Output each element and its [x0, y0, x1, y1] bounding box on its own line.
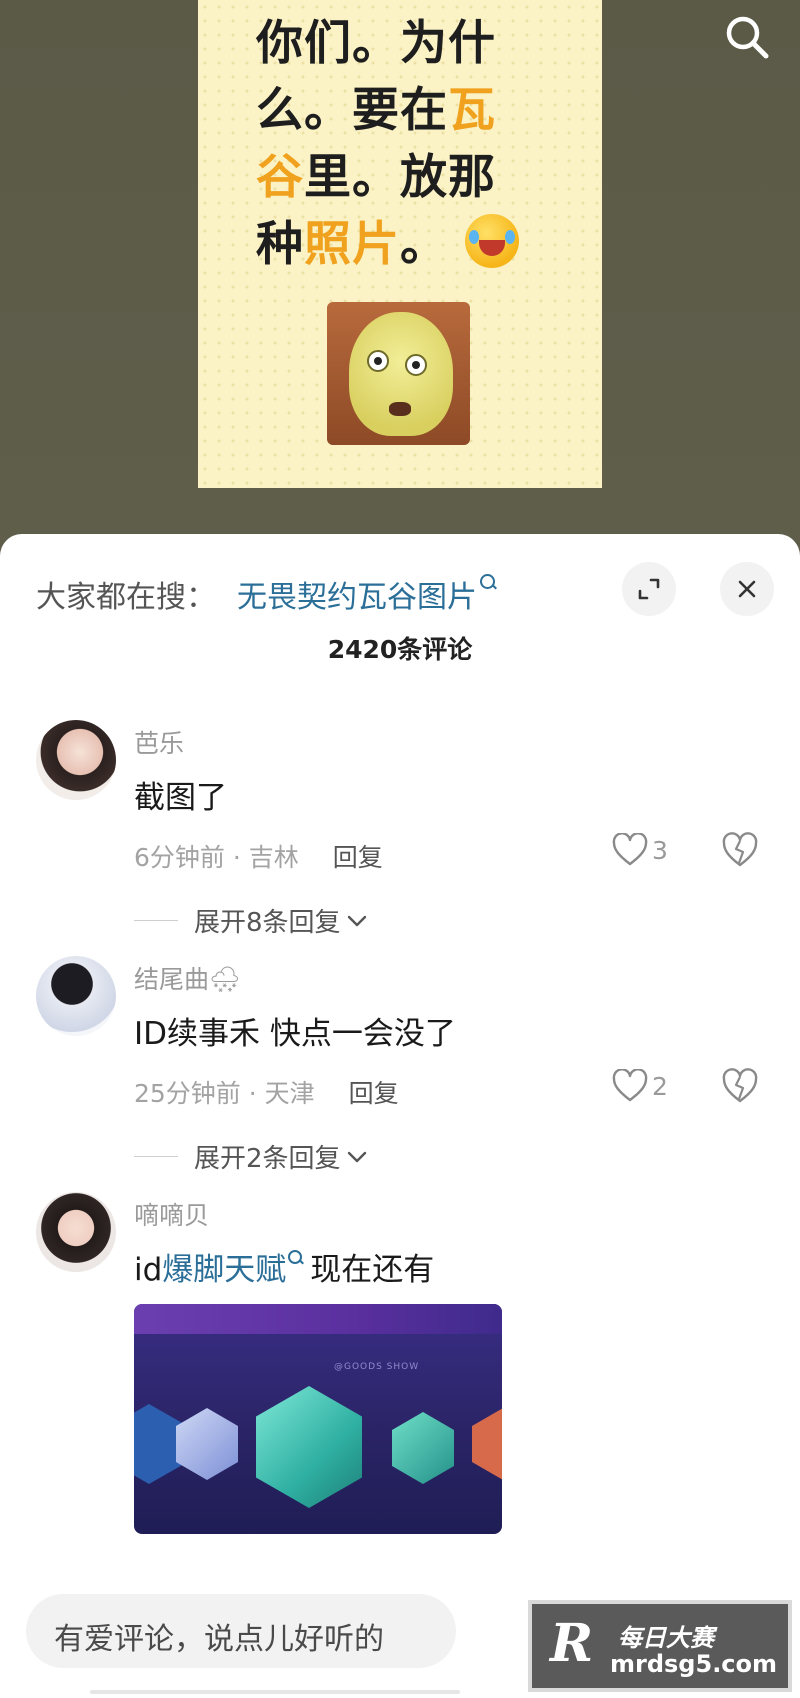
video-area[interactable]: 你们。为什 么。要在瓦 谷里。放那 种照片。	[0, 0, 800, 540]
hot-search-query[interactable]: 无畏契约瓦谷图片	[237, 580, 477, 615]
heart-icon	[612, 833, 648, 866]
expand-replies[interactable]: 展开2条回复	[134, 1138, 369, 1175]
meme-line-2: 么。要在	[256, 83, 448, 138]
badge-hex	[472, 1408, 502, 1480]
broken-heart-icon	[722, 832, 758, 867]
chevron-down-icon	[347, 1151, 366, 1162]
mouth	[389, 402, 411, 416]
like-count: 2	[652, 1071, 668, 1101]
right-eye	[405, 354, 427, 376]
expand-replies[interactable]: 展开8条回复	[134, 902, 369, 939]
divider-line	[134, 920, 178, 921]
comment-input[interactable]: 有爱评论，说点儿好听的	[26, 1594, 456, 1668]
left-eye	[367, 350, 389, 372]
close-icon	[738, 580, 756, 598]
like-button[interactable]: 2	[612, 1064, 668, 1108]
hot-search-link[interactable]: 无畏契约瓦谷图片	[237, 572, 495, 616]
chevron-down-icon	[347, 915, 366, 926]
meme-line-4: 种	[256, 217, 304, 272]
comment-text: 截图了	[134, 780, 227, 816]
watermark-logo: R	[550, 1613, 594, 1674]
meme-line-3-highlight: 谷	[256, 150, 304, 205]
search-small-icon	[480, 574, 495, 589]
like-count: 3	[652, 835, 668, 865]
badge-hex	[256, 1386, 362, 1508]
dislike-button[interactable]	[720, 830, 760, 870]
meme-image: 你们。为什 么。要在瓦 谷里。放那 种照片。	[198, 0, 602, 488]
image-banner	[134, 1304, 502, 1334]
avatar[interactable]	[36, 1192, 116, 1272]
comment-text-suffix: 现在还有	[310, 1252, 435, 1288]
badge-hex	[392, 1412, 454, 1484]
search-small-icon	[288, 1250, 303, 1264]
hot-search-prefix: 大家都在搜：	[36, 580, 216, 615]
meme-line-1: 你们。为什	[256, 16, 496, 71]
comment-time-location: 6分钟前 · 吉林	[134, 843, 299, 872]
comment-meta: 6分钟前 · 吉林 回复	[134, 838, 383, 874]
dislike-button[interactable]	[720, 1066, 760, 1106]
comment-sheet: 大家都在搜： 无畏契约瓦谷图片 2420条评论 芭乐 截图了 6分钟前 · 吉林…	[0, 534, 800, 1698]
like-button[interactable]: 3	[612, 828, 668, 872]
expand-replies-label[interactable]: 展开8条回复	[194, 902, 341, 939]
comment-count: 2420条评论	[327, 635, 473, 664]
expand-icon	[638, 578, 660, 600]
reply-button[interactable]: 回复	[333, 843, 383, 872]
comment-text: ID续事禾 快点一会没了	[134, 1016, 456, 1052]
comment-username[interactable]: 嘀嘀贝	[134, 1196, 209, 1232]
meme-line-2-highlight: 瓦	[448, 83, 496, 138]
avatar[interactable]	[36, 720, 116, 800]
broken-heart-icon	[722, 1068, 758, 1103]
comment-input-placeholder: 有爱评论，说点儿好听的	[54, 1622, 384, 1657]
sheet-header: 大家都在搜： 无畏契约瓦谷图片	[0, 560, 800, 620]
watermark: R 每日大赛 mrdsg5.com	[528, 1600, 792, 1692]
expand-replies-label[interactable]: 展开2条回复	[194, 1138, 341, 1175]
laughing-crying-emoji-icon	[465, 214, 520, 268]
comment-text-prefix: id	[134, 1252, 163, 1288]
comment-username[interactable]: 芭乐	[134, 724, 184, 760]
image-watermark-label: @GOODS SHOW	[334, 1362, 420, 1372]
expand-button[interactable]	[622, 562, 676, 616]
search-icon[interactable]	[722, 12, 772, 62]
meme-line-4-end: 。	[400, 217, 448, 272]
meme-face-picture	[327, 302, 470, 445]
comment-text: id爆脚天赋 现在还有	[134, 1244, 434, 1289]
watermark-url: mrdsg5.com	[610, 1650, 778, 1678]
meme-caption: 你们。为什 么。要在瓦 谷里。放那 种照片。	[256, 10, 556, 278]
reply-button[interactable]: 回复	[349, 1079, 399, 1108]
comment-meta: 25分钟前 · 天津 回复	[134, 1074, 399, 1110]
avatar[interactable]	[36, 956, 116, 1036]
meme-line-4-highlight: 照片	[304, 217, 400, 272]
comment-username[interactable]: 结尾曲🌨	[134, 960, 241, 996]
heart-icon	[612, 1069, 648, 1102]
close-button[interactable]	[720, 562, 774, 616]
badge-hex	[176, 1408, 238, 1480]
divider-line	[90, 1690, 460, 1694]
comment-time-location: 25分钟前 · 天津	[134, 1079, 315, 1108]
watermark-title: 每日大赛	[618, 1624, 714, 1652]
comment-search-link[interactable]: 爆脚天赋	[162, 1252, 286, 1288]
meme-line-3: 里。放那	[304, 150, 496, 205]
yellow-head	[349, 312, 453, 436]
comment-image[interactable]: @GOODS SHOW	[134, 1304, 502, 1534]
divider-line	[134, 1156, 178, 1157]
